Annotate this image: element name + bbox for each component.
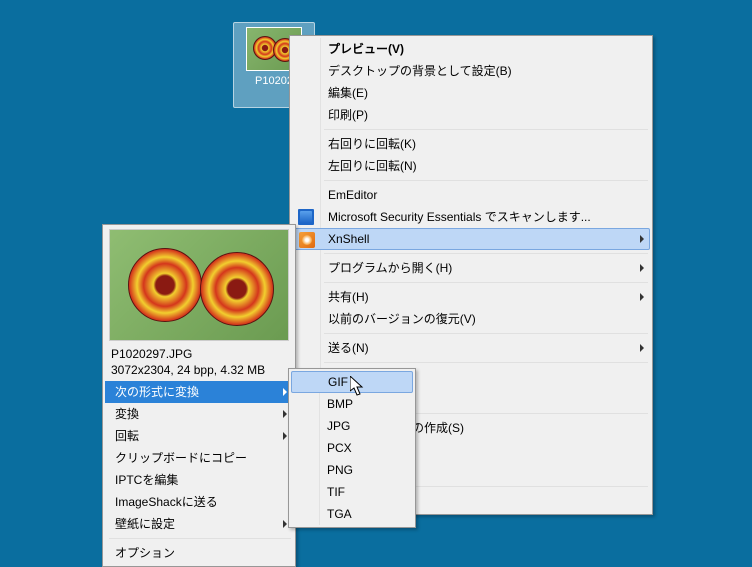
preview-filename: P1020297.JPG <box>105 345 293 361</box>
menu-edit-iptc[interactable]: IPTCを編集 <box>105 469 293 491</box>
menu-emeditor[interactable]: EmEditor <box>292 184 650 206</box>
submenu-arrow-icon <box>640 235 644 243</box>
submenu-arrow-icon <box>640 264 644 272</box>
menu-format-tif[interactable]: TIF <box>291 481 413 503</box>
format-submenu: GIF BMP JPG PCX PNG TIF TGA <box>288 368 416 528</box>
submenu-arrow-icon <box>283 432 287 440</box>
menu-options[interactable]: オプション <box>105 542 293 564</box>
menu-separator <box>324 362 648 363</box>
menu-separator <box>324 180 648 181</box>
menu-set-desktop-background[interactable]: デスクトップの背景として設定(B) <box>292 60 650 82</box>
menu-restore-versions[interactable]: 以前のバージョンの復元(V) <box>292 308 650 330</box>
menu-convert-to-format[interactable]: 次の形式に変換 <box>105 381 293 403</box>
menu-rotate[interactable]: 回転 <box>105 425 293 447</box>
submenu-arrow-icon <box>283 388 287 396</box>
menu-format-pcx[interactable]: PCX <box>291 437 413 459</box>
xnshell-icon <box>299 232 315 248</box>
shield-icon <box>298 209 314 225</box>
menu-preview[interactable]: プレビュー(V) <box>292 38 650 60</box>
xnshell-submenu: P1020297.JPG 3072x2304, 24 bpp, 4.32 MB … <box>102 224 296 567</box>
menu-format-jpg[interactable]: JPG <box>291 415 413 437</box>
menu-separator <box>324 253 648 254</box>
menu-format-png[interactable]: PNG <box>291 459 413 481</box>
submenu-arrow-icon <box>283 520 287 528</box>
menu-separator <box>324 333 648 334</box>
menu-separator <box>324 282 648 283</box>
menu-rotate-clockwise[interactable]: 右回りに回転(K) <box>292 133 650 155</box>
menu-item-label: Microsoft Security Essentials でスキャンします..… <box>328 210 591 224</box>
menu-item-label: 変換 <box>115 407 139 421</box>
menu-send-imageshack[interactable]: ImageShackに送る <box>105 491 293 513</box>
image-preview <box>109 229 289 341</box>
menu-item-label: プログラムから開く(H) <box>328 261 452 275</box>
submenu-arrow-icon <box>640 344 644 352</box>
menu-format-bmp[interactable]: BMP <box>291 393 413 415</box>
menu-item-label: 共有(H) <box>328 290 369 304</box>
menu-item-label: XnShell <box>328 232 369 246</box>
menu-format-tga[interactable]: TGA <box>291 503 413 525</box>
menu-item-label: 次の形式に変換 <box>115 385 199 399</box>
menu-mse-scan[interactable]: Microsoft Security Essentials でスキャンします..… <box>292 206 650 228</box>
menu-format-gif[interactable]: GIF <box>291 371 413 393</box>
menu-print[interactable]: 印刷(P) <box>292 104 650 126</box>
menu-item-label: 壁紙に設定 <box>115 517 175 531</box>
menu-item-label: 送る(N) <box>328 341 369 355</box>
menu-share[interactable]: 共有(H) <box>292 286 650 308</box>
menu-send-to[interactable]: 送る(N) <box>292 337 650 359</box>
menu-open-with[interactable]: プログラムから開く(H) <box>292 257 650 279</box>
menu-rotate-counter-clockwise[interactable]: 左回りに回転(N) <box>292 155 650 177</box>
menu-copy-to-clipboard[interactable]: クリップボードにコピー <box>105 447 293 469</box>
menu-transform[interactable]: 変換 <box>105 403 293 425</box>
preview-metadata: 3072x2304, 24 bpp, 4.32 MB <box>105 361 293 377</box>
menu-edit[interactable]: 編集(E) <box>292 82 650 104</box>
menu-set-wallpaper[interactable]: 壁紙に設定 <box>105 513 293 535</box>
submenu-arrow-icon <box>640 293 644 301</box>
menu-item-label: 回転 <box>115 429 139 443</box>
menu-separator <box>109 538 291 539</box>
menu-xnshell[interactable]: XnShell <box>292 228 650 250</box>
menu-separator <box>324 129 648 130</box>
submenu-arrow-icon <box>283 410 287 418</box>
